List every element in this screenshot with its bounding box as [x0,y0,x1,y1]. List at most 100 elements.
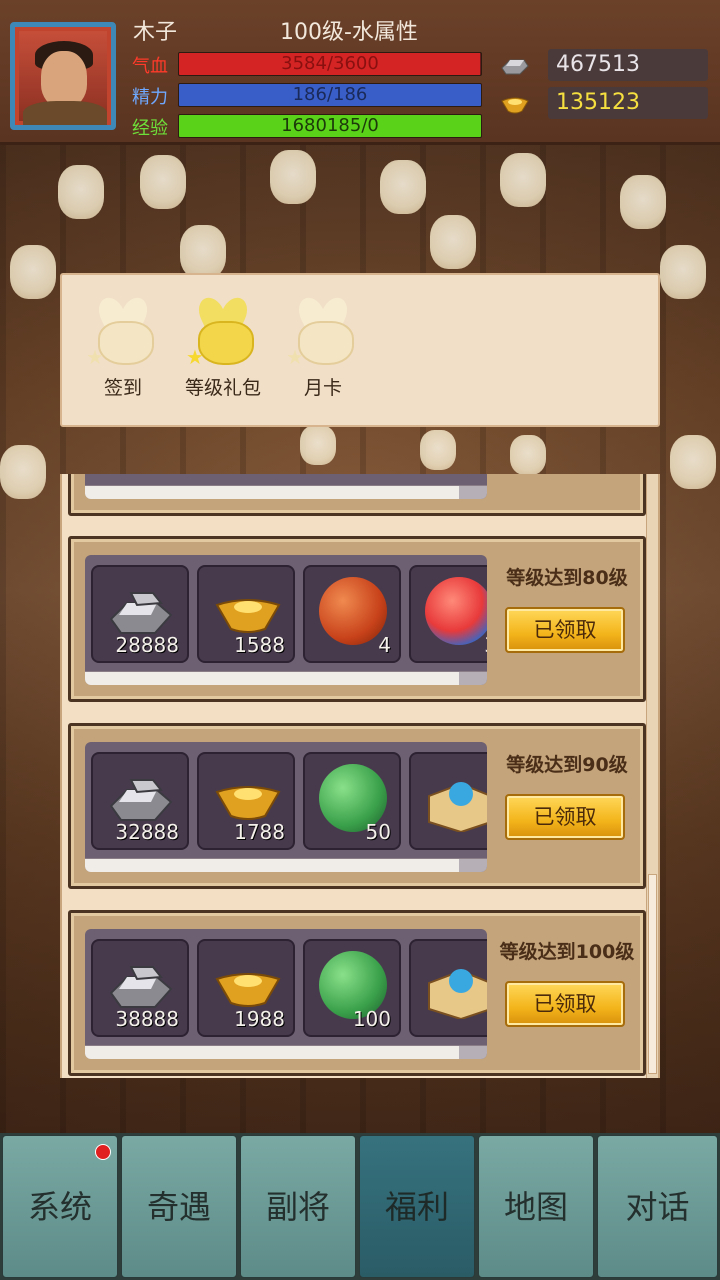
reward-item-slot[interactable]: 32888 [91,752,189,850]
tab-signin-label: 签到 [103,377,142,399]
reward-items: 28888 1588 4 3 [85,555,487,685]
reward-item-slot[interactable] [409,939,487,1037]
exp-bar: 1680185/0 [178,114,482,138]
scrollbar-thumb[interactable] [648,874,657,1074]
nav-deputy-label: 副将 [265,1188,330,1226]
hp-label: 气血 [132,56,168,77]
reward-item-count: 28888 [115,633,179,657]
reward-item-slot[interactable]: 1988 [197,939,295,1037]
nav-system-label: 系统 [27,1188,92,1226]
lantern-decoration [140,155,186,209]
reward-item-count: 1988 [234,1007,285,1031]
reward-item-slot[interactable]: 3 [409,565,487,663]
lantern-decoration [430,215,476,269]
mp-bar: 186/186 [178,83,482,107]
nav-dialogue[interactable]: 对话 [597,1135,718,1278]
lantern-decoration [420,430,456,470]
avatar[interactable] [10,22,116,130]
mp-value: 186/186 [292,84,368,105]
gold-ingot-icon [215,786,281,820]
fish-orb-icon [425,577,487,645]
tab-month-card-label: 月卡 [303,377,342,399]
reward-row: 38888 1988 100 等级达到100级 已领取 [68,910,646,1076]
lantern-decoration [180,225,226,279]
claim-button[interactable]: 已领取 [505,794,625,840]
nav-dialogue-label: 对话 [625,1188,690,1226]
reward-item-count: 1588 [234,633,285,657]
lantern-decoration [380,160,426,214]
reward-row-partial [68,474,646,516]
avatar-body [23,101,107,125]
lantern-decoration [10,245,56,299]
gold-ingot-icon [215,973,281,1007]
silver-ingot-icon [501,59,529,75]
reward-items [85,474,487,499]
player-level: 100级-水属性 [280,20,418,45]
gold-amount: 135123 [548,87,708,119]
reward-item-slot[interactable]: 38888 [91,939,189,1037]
reward-item-slot[interactable] [409,752,487,850]
reward-progress [85,485,487,499]
reward-items: 32888 1788 50 [85,742,487,872]
reward-item-count: 4 [378,633,391,657]
reward-item-count: 3 [484,633,487,657]
tab-level-gift[interactable]: ★ 等级礼包 [178,293,268,400]
tab-signin[interactable]: ★ 签到 [78,293,168,400]
lantern-decoration [58,165,104,219]
reward-item-count: 100 [352,1007,391,1031]
gold-ingot-icon [501,97,529,114]
notification-badge [95,1144,111,1160]
reward-requirement: 等级达到90级 [506,754,628,776]
treasure-box-icon [428,969,487,1019]
reward-row: 32888 1788 50 等级达到90级 已领取 [68,723,646,889]
gift-bag-icon: ★ [284,293,362,371]
reward-item-slot[interactable]: 1788 [197,752,295,850]
avatar-face [41,51,87,107]
nav-map[interactable]: 地图 [478,1135,594,1278]
silver-ingot-icon [109,779,173,821]
lantern-decoration [300,425,336,465]
reward-item-count: 1788 [234,820,285,844]
reward-row: 28888 1588 4 3 等级达到80级 已领取 [68,536,646,702]
reward-requirement: 等级达到100级 [499,941,635,963]
silver-ingot-icon [109,592,173,634]
lantern-decoration [670,435,716,489]
nav-welfare[interactable]: 福利 [359,1135,475,1278]
hp-bar: 3584/3600 [178,52,482,76]
reward-progress [85,671,487,685]
hp-value: 3584/3600 [281,53,379,74]
gift-bag-icon: ★ [84,293,162,371]
gift-bag-icon: ★ [184,293,262,371]
player-name: 木子 [133,20,178,45]
list-scrollbar[interactable] [646,474,658,1078]
reward-items: 38888 1988 100 [85,929,487,1059]
tab-level-gift-label: 等级礼包 [184,377,261,399]
bottom-nav: 系统 奇遇 副将 福利 地图 对话 [0,1133,720,1280]
silver-ingot-icon [109,966,173,1008]
nav-adventure[interactable]: 奇遇 [121,1135,237,1278]
reward-item-slot[interactable]: 28888 [91,565,189,663]
nav-system[interactable]: 系统 [2,1135,118,1278]
reward-item-slot[interactable]: 100 [303,939,401,1037]
lantern-decoration [660,245,706,299]
reward-requirement: 等级达到80级 [506,567,628,589]
reward-item-slot[interactable]: 4 [303,565,401,663]
welfare-tabs: ★ 签到 ★ 等级礼包 ★ 月卡 [60,273,660,427]
claim-button[interactable]: 已领取 [505,981,625,1027]
exp-value: 1680185/0 [281,115,379,136]
reward-item-count: 50 [365,820,391,844]
nav-welfare-label: 福利 [384,1188,449,1226]
silver-amount: 467513 [548,49,708,81]
player-header: 木子 100级-水属性 气血 3584/3600 精力 186/186 经验 1… [0,0,720,145]
lantern-decoration [270,150,316,204]
reward-item-slot[interactable]: 50 [303,752,401,850]
reward-item-slot[interactable]: 1588 [197,565,295,663]
nav-deputy[interactable]: 副将 [240,1135,356,1278]
lantern-decoration [510,435,546,475]
claim-button[interactable]: 已领取 [505,607,625,653]
exp-label: 经验 [132,118,168,139]
nav-adventure-label: 奇遇 [146,1188,211,1226]
nav-map-label: 地图 [503,1188,568,1226]
tab-month-card[interactable]: ★ 月卡 [278,293,368,400]
level-reward-list[interactable]: 28888 1588 4 3 等级达到80级 已领取 [60,474,660,1078]
